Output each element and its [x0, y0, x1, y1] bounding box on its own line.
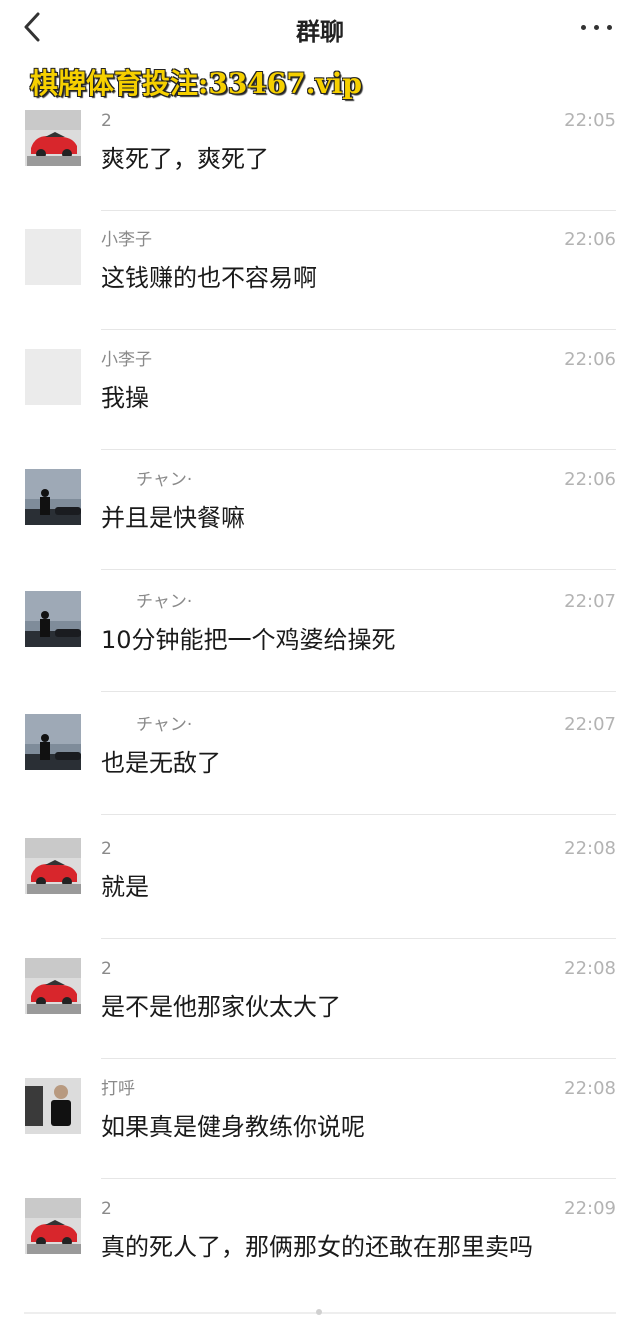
message-text: 也是无敌了	[101, 749, 221, 777]
message-text: 我操	[101, 384, 149, 412]
message-time: 22:06	[564, 229, 616, 250]
back-button[interactable]	[20, 10, 48, 44]
message-time: 22:08	[564, 1078, 616, 1099]
avatar[interactable]	[25, 469, 81, 525]
message-text: 就是	[101, 873, 149, 901]
more-dots-icon	[581, 25, 586, 30]
chat-message: 小李子 22:06 这钱赚的也不容易啊	[0, 229, 640, 349]
sender-name: 小李子	[101, 230, 152, 250]
navigation-bar: 群聊	[0, 0, 640, 56]
chat-message: チャン· 22:07 也是无敌了	[0, 714, 640, 834]
chat-message: 2 22:08 是不是他那家伙太大了	[0, 958, 640, 1078]
message-divider	[101, 1058, 616, 1059]
message-time: 22:06	[564, 349, 616, 370]
message-time: 22:08	[564, 958, 616, 979]
message-text: 这钱赚的也不容易啊	[101, 264, 317, 292]
message-divider	[101, 210, 616, 211]
avatar[interactable]	[25, 110, 81, 166]
message-text: 是不是他那家伙太大了	[101, 993, 341, 1021]
chat-message: 2 22:05 爽死了，爽死了	[0, 110, 640, 230]
message-divider	[101, 1178, 616, 1179]
message-text: 10分钟能把一个鸡婆给操死	[101, 626, 396, 654]
message-divider	[101, 569, 616, 570]
message-time: 22:08	[564, 838, 616, 859]
back-arrow-icon	[24, 12, 40, 42]
message-text: 并且是快餐嘛	[101, 504, 245, 532]
page-title: 群聊	[296, 18, 344, 46]
chat-message: 2 22:09 真的死人了，那俩那女的还敢在那里卖吗	[0, 1198, 640, 1318]
message-time: 22:06	[564, 469, 616, 490]
scroll-indicator	[316, 1309, 322, 1315]
message-time: 22:07	[564, 714, 616, 735]
message-time: 22:07	[564, 591, 616, 612]
avatar[interactable]	[25, 958, 81, 1014]
message-text: 真的死人了，那俩那女的还敢在那里卖吗	[101, 1233, 533, 1261]
avatar[interactable]	[25, 591, 81, 647]
message-text: 如果真是健身教练你说呢	[101, 1113, 365, 1141]
message-divider	[101, 814, 616, 815]
sender-name: 小李子	[101, 350, 152, 370]
sender-name: チャン·	[136, 715, 193, 735]
chat-message: チャン· 22:07 10分钟能把一个鸡婆给操死	[0, 591, 640, 711]
avatar[interactable]	[25, 1198, 81, 1254]
avatar[interactable]	[25, 714, 81, 770]
chat-message: 打呼 22:08 如果真是健身教练你说呢	[0, 1078, 640, 1198]
message-time: 22:05	[564, 110, 616, 131]
sender-name: 2	[101, 959, 112, 979]
chat-message: チャン· 22:06 并且是快餐嘛	[0, 469, 640, 589]
chat-message: 2 22:08 就是	[0, 838, 640, 958]
avatar[interactable]	[25, 1078, 81, 1134]
message-divider	[101, 449, 616, 450]
message-divider	[101, 691, 616, 692]
avatar[interactable]	[25, 229, 81, 285]
message-divider	[101, 329, 616, 330]
watermark-text: 棋牌体育投注:33467.vip	[30, 67, 362, 100]
sender-name: チャン·	[136, 592, 193, 612]
sender-name: 2	[101, 111, 112, 131]
chat-message: 小李子 22:06 我操	[0, 349, 640, 469]
message-text: 爽死了，爽死了	[101, 145, 269, 173]
more-button[interactable]	[578, 14, 614, 40]
avatar[interactable]	[25, 838, 81, 894]
avatar[interactable]	[25, 349, 81, 405]
message-divider	[101, 938, 616, 939]
sender-name: 打呼	[101, 1079, 135, 1099]
sender-name: 2	[101, 839, 112, 859]
message-time: 22:09	[564, 1198, 616, 1219]
sender-name: チャン·	[136, 470, 193, 490]
sender-name: 2	[101, 1199, 112, 1219]
